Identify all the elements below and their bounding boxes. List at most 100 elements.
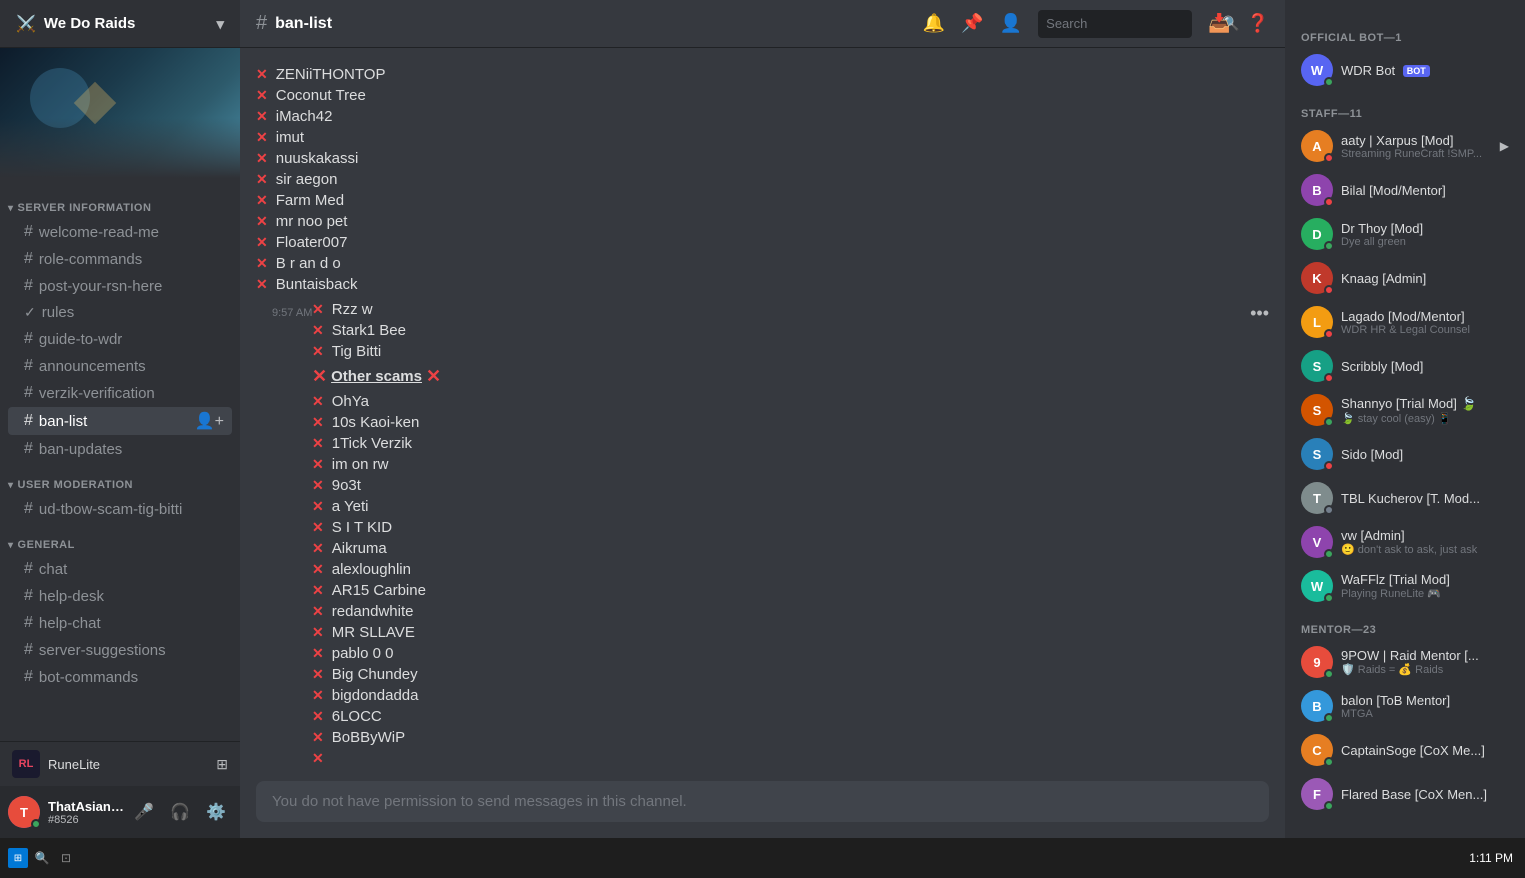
runelite-expand-icon[interactable]: ⊞ <box>216 756 228 773</box>
channel-welcome-read-me[interactable]: # welcome-read-me <box>8 219 232 245</box>
channel-name: ud-tbow-scam-tig-bitti <box>39 501 182 518</box>
search-bar[interactable]: 🔍 <box>1038 10 1192 38</box>
hash-icon: # <box>24 223 33 241</box>
user-info: ThatAsianS... #8526 <box>48 799 128 826</box>
ban-name: S I T KID <box>332 519 392 536</box>
ban-x-icon: ✕ <box>256 108 268 125</box>
channel-ban-updates[interactable]: # ban-updates <box>8 436 232 462</box>
channel-role-commands[interactable]: # role-commands <box>8 246 232 272</box>
deafen-button[interactable]: 🎧 <box>164 796 196 828</box>
channel-ud-tbow-scam[interactable]: # ud-tbow-scam-tig-bitti <box>8 496 232 522</box>
ban-name: mr noo pet <box>276 213 348 230</box>
member-sido[interactable]: S Sido [Mod] <box>1293 432 1517 476</box>
username: ThatAsianS... <box>48 799 128 814</box>
member-tbl-kucherov[interactable]: T TBL Kucherov [T. Mod... <box>1293 476 1517 520</box>
start-button[interactable]: ⊞ <box>8 848 28 868</box>
ban-name: Coconut Tree <box>276 87 366 104</box>
category-general[interactable]: ▾ GENERAL <box>0 523 240 555</box>
channel-help-chat[interactable]: # help-chat <box>8 610 232 636</box>
member-info: aaty | Xarpus [Mod] Streaming RuneCraft … <box>1341 133 1500 160</box>
taskbar-search[interactable]: 🔍 <box>32 848 52 868</box>
ban-x-icon: ✕ <box>256 129 268 146</box>
member-name: vw [Admin] <box>1341 528 1509 543</box>
ban-entry: ✕ ZENiiTHONTOP <box>240 64 1285 85</box>
scam-section-header: ✕ Other scams ✕ <box>312 362 1269 391</box>
ban-entry: ✕ OhYa <box>312 391 1269 412</box>
ban-entry: ✕ 10s Kaoi-ken <box>312 412 1269 433</box>
member-balon[interactable]: B balon [ToB Mentor] MTGA <box>1293 684 1517 728</box>
channel-guide-to-wdr[interactable]: # guide-to-wdr <box>8 326 232 352</box>
messages-area[interactable]: ✕ ZENiiTHONTOP ✕ Coconut Tree ✕ iMach42 … <box>240 48 1285 781</box>
runelite-section[interactable]: RL RuneLite ⊞ <box>0 741 240 786</box>
members-category-staff: STAFF—11 <box>1293 92 1517 124</box>
hash-icon: # <box>24 412 33 430</box>
channel-announcements[interactable]: # announcements <box>8 353 232 379</box>
category-label: USER MODERATION <box>18 479 133 491</box>
hash-icon: # <box>24 440 33 458</box>
member-flared-base[interactable]: F Flared Base [CoX Men...] <box>1293 772 1517 816</box>
member-info: Flared Base [CoX Men...] <box>1341 787 1509 802</box>
search-input[interactable] <box>1046 16 1222 31</box>
member-aaty[interactable]: A aaty | Xarpus [Mod] Streaming RuneCraf… <box>1293 124 1517 168</box>
channel-help-desk[interactable]: # help-desk <box>8 583 232 609</box>
member-status-text: WDR HR & Legal Counsel <box>1341 324 1509 336</box>
channel-post-your-rsn-here[interactable]: # post-your-rsn-here <box>8 273 232 299</box>
ban-x-icon: ✕ <box>312 561 324 578</box>
channel-verzik-verification[interactable]: # verzik-verification <box>8 380 232 406</box>
member-shannyo[interactable]: S Shannyo [Trial Mod] 🍃 🍃 stay cool (eas… <box>1293 388 1517 432</box>
member-name: balon [ToB Mentor] <box>1341 693 1509 708</box>
ban-x-icon: ✕ <box>312 540 324 557</box>
ban-entry: ✕ pablo 0 0 <box>312 643 1269 664</box>
server-header[interactable]: ⚔️ We Do Raids ▾ <box>0 0 240 48</box>
members-icon[interactable]: 👤 <box>1000 13 1022 34</box>
ban-name: MR SLLAVE <box>332 624 415 641</box>
category-server-information[interactable]: ▾ SERVER INFORMATION <box>0 186 240 218</box>
ban-x-icon: ✕ <box>312 708 324 725</box>
channel-chat[interactable]: # chat <box>8 556 232 582</box>
member-captainsoge[interactable]: C CaptainSoge [CoX Me...] <box>1293 728 1517 772</box>
member-wdr-bot[interactable]: W WDR Bot BOT <box>1293 48 1517 92</box>
member-lagado[interactable]: L Lagado [Mod/Mentor] WDR HR & Legal Cou… <box>1293 300 1517 344</box>
member-scribbly[interactable]: S Scribbly [Mod] <box>1293 344 1517 388</box>
channel-title: ban-list <box>275 15 332 33</box>
inbox-icon[interactable]: 📥 <box>1208 13 1230 34</box>
channel-rules[interactable]: ✓ rules <box>8 300 232 325</box>
rules-icon: ✓ <box>24 304 36 321</box>
notification-bell-icon[interactable]: 🔔 <box>923 13 945 34</box>
member-avatar: B <box>1301 690 1333 722</box>
settings-button[interactable]: ⚙️ <box>200 796 232 828</box>
ban-entry: ✕ MR SLLAVE <box>312 622 1269 643</box>
more-options-button[interactable]: ••• <box>1250 303 1269 324</box>
channel-ban-list[interactable]: # ban-list 👤+ <box>8 407 232 435</box>
ban-entry: ✕ bigdondadda <box>312 685 1269 706</box>
ban-name: bigdondadda <box>332 687 419 704</box>
ban-x-icon: ✕ <box>312 687 324 704</box>
member-wafflz[interactable]: W WaFFlz [Trial Mod] Playing RuneLite 🎮 <box>1293 564 1517 608</box>
category-user-moderation[interactable]: ▾ USER MODERATION <box>0 463 240 495</box>
scam-x-right-icon: ✕ <box>426 366 441 387</box>
member-9pow[interactable]: 9 9POW | Raid Mentor [... 🛡️ Raids = 💰 R… <box>1293 640 1517 684</box>
help-icon[interactable]: ❓ <box>1247 13 1269 34</box>
channel-bot-commands[interactable]: # bot-commands <box>8 664 232 690</box>
member-vw[interactable]: V vw [Admin] 🙂 don't ask to ask, just as… <box>1293 520 1517 564</box>
server-banner <box>0 48 240 178</box>
member-dr-thoy[interactable]: D Dr Thoy [Mod] Dye all green <box>1293 212 1517 256</box>
member-name: TBL Kucherov [T. Mod... <box>1341 491 1509 506</box>
member-info: Dr Thoy [Mod] Dye all green <box>1341 221 1509 248</box>
ban-x-icon: ✕ <box>256 87 268 104</box>
ban-entry: ✕ Coconut Tree <box>240 85 1285 106</box>
taskbar-task-view[interactable]: ⊡ <box>56 848 76 868</box>
add-member-icon[interactable]: 👤+ <box>195 411 224 431</box>
member-info: balon [ToB Mentor] MTGA <box>1341 693 1509 720</box>
member-avatar: A <box>1301 130 1333 162</box>
mute-button[interactable]: 🎤 <box>128 796 160 828</box>
member-knaag[interactable]: K Knaag [Admin] <box>1293 256 1517 300</box>
hash-icon: # <box>24 357 33 375</box>
member-bilal[interactable]: B Bilal [Mod/Mentor] <box>1293 168 1517 212</box>
member-name: Flared Base [CoX Men...] <box>1341 787 1509 802</box>
ban-name: ZENiiTHONTOP <box>276 66 386 83</box>
hash-icon: # <box>24 277 33 295</box>
pin-icon[interactable]: 📌 <box>961 13 983 34</box>
channel-server-suggestions[interactable]: # server-suggestions <box>8 637 232 663</box>
ban-entry: ✕ Tig Bitti <box>312 341 1269 362</box>
